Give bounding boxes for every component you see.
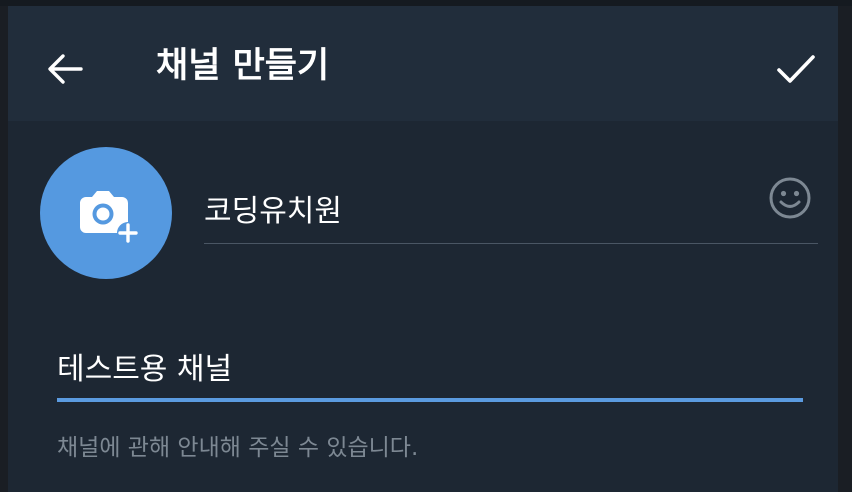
emoji-button[interactable] xyxy=(766,174,814,222)
done-button[interactable] xyxy=(766,42,826,96)
app-header: 채널 만들기 xyxy=(8,6,838,121)
channel-description-underline xyxy=(57,398,803,402)
arrow-left-icon xyxy=(48,54,83,84)
channel-description-input[interactable]: 테스트용 채널 xyxy=(57,344,232,388)
page-title: 채널 만들기 xyxy=(156,46,330,86)
channel-name-field[interactable]: 코딩유치원 xyxy=(204,178,818,244)
add-photo-icon xyxy=(80,191,139,244)
channel-name-input[interactable]: 코딩유치원 xyxy=(204,186,342,230)
channel-description-field[interactable]: 테스트용 채널 xyxy=(57,344,803,406)
checkmark-icon xyxy=(777,55,815,83)
channel-name-underline xyxy=(204,243,818,244)
back-button[interactable] xyxy=(38,42,92,96)
description-hint: 채널에 관해 안내해 주실 수 있습니다. xyxy=(57,435,419,461)
smiley-icon xyxy=(769,177,811,219)
channel-photo-button[interactable] xyxy=(40,147,172,279)
create-channel-screen: 채널 만들기 코딩유치원 테스트용 채널 채널에 관해 안내해 주실 수 있습니… xyxy=(8,6,838,492)
